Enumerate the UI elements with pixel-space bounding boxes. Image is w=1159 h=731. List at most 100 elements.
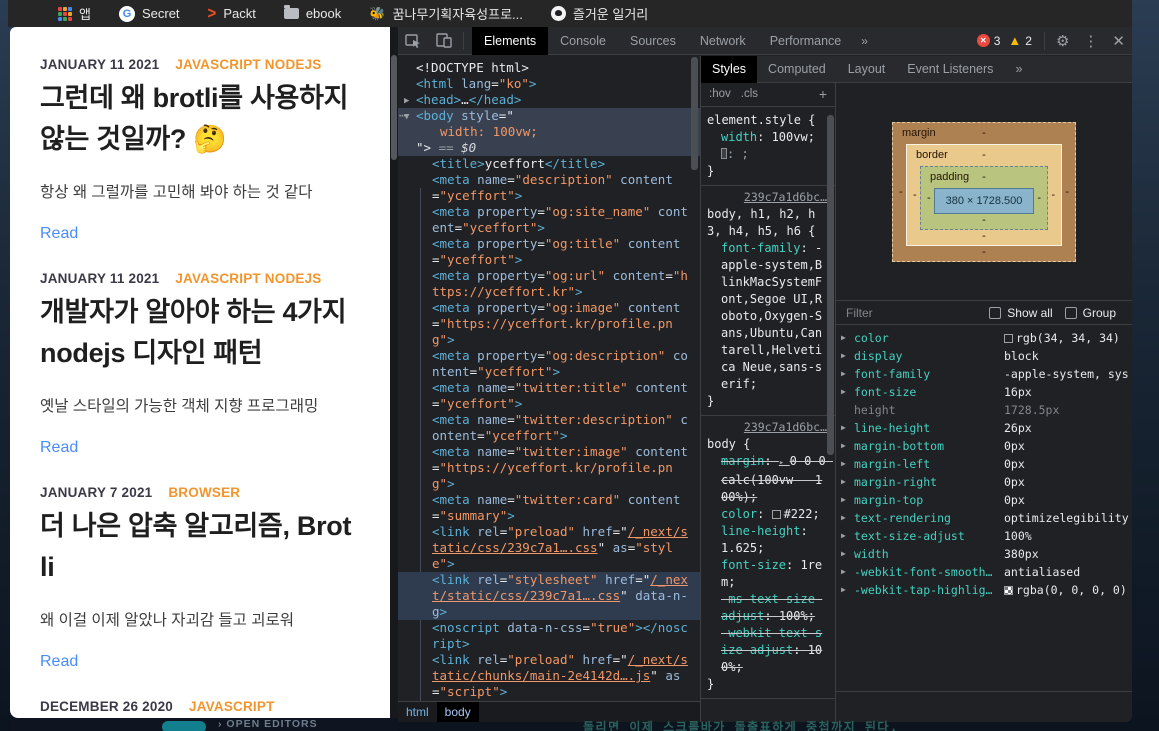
elements-tree-line[interactable]: ⋯▼<body style=" xyxy=(398,108,700,124)
post-tags[interactable]: JAVASCRIPT NODEJS xyxy=(175,57,321,72)
page-scrollbar[interactable] xyxy=(390,27,398,722)
tab-network[interactable]: Network xyxy=(688,27,758,55)
computed-property-row[interactable]: ▶font-size16px xyxy=(836,383,1132,401)
elements-tree-line[interactable]: ▶<head>…</head> xyxy=(398,92,700,108)
elements-tree-line[interactable]: <meta property="og:url" content="https:/… xyxy=(398,268,700,300)
box-model-value-left[interactable]: - xyxy=(927,192,931,204)
read-link[interactable]: Read xyxy=(40,653,78,671)
computed-property-row[interactable]: ▶-webkit-font-smooth…antialiased xyxy=(836,563,1132,581)
device-toolbar-icon[interactable] xyxy=(429,27,459,55)
stylesheet-link[interactable]: 239c7a1d6bc… xyxy=(707,419,829,436)
new-style-rule-icon[interactable]: + xyxy=(819,86,827,103)
elements-tree-line[interactable]: <meta name="twitter:description" content… xyxy=(398,412,700,444)
css-declaration[interactable]: font-size: 1rem; xyxy=(707,557,829,591)
read-link[interactable]: Read xyxy=(40,225,78,243)
sidebar-tab-layout[interactable]: Layout xyxy=(837,56,897,83)
elements-scrollbar-thumb[interactable] xyxy=(691,57,698,170)
expand-arrow-icon[interactable]: ▶ xyxy=(841,419,846,437)
tab-sources[interactable]: Sources xyxy=(618,27,688,55)
computed-property-row[interactable]: ▶font-family-apple-system, sys xyxy=(836,365,1132,383)
css-declaration[interactable]: -webkit-text-size-adjust: 100%; xyxy=(707,625,829,676)
shorthand-expand-icon[interactable]: ▸ xyxy=(779,458,790,468)
stylesheet-link[interactable]: 239c7a1d6bc… xyxy=(707,189,829,206)
box-model-margin[interactable]: margin border padding 380 × 1728.500 ---… xyxy=(892,122,1076,262)
elements-tree-line[interactable]: <meta name="twitter:card" content="summa… xyxy=(398,492,700,524)
group-checkbox[interactable] xyxy=(1065,307,1077,319)
elements-tree-line[interactable]: width: 100vw; xyxy=(398,124,700,140)
expand-arrow-icon[interactable]: ▶ xyxy=(841,509,846,527)
breadcrumb-html[interactable]: html xyxy=(398,702,437,723)
elements-tree-line[interactable]: "> == $0 xyxy=(398,140,700,156)
bookmark-item[interactable]: ebook xyxy=(284,6,341,21)
elements-tree-line[interactable]: <link rel="stylesheet" href="/_next/stat… xyxy=(398,572,700,620)
expand-arrow-icon[interactable]: ▶ xyxy=(841,527,846,545)
expand-arrow-icon[interactable]: ▶ xyxy=(841,563,846,581)
expand-arrow-icon[interactable]: ▶ xyxy=(841,329,846,347)
sidebar-tab-styles[interactable]: Styles xyxy=(701,56,757,83)
elements-tree-line[interactable]: <meta name="description" content="yceffo… xyxy=(398,172,700,204)
bookmark-item[interactable]: >Packt xyxy=(208,5,256,22)
tab-performance[interactable]: Performance xyxy=(758,27,854,55)
computed-property-row[interactable]: ▶margin-top0px xyxy=(836,491,1132,509)
css-declaration[interactable]: line-height: 1.625; xyxy=(707,523,829,557)
box-model-value-top[interactable]: - xyxy=(982,171,986,183)
elements-tree-line[interactable]: <html lang="ko"> xyxy=(398,76,700,92)
post-title[interactable]: 더 나은 압축 알고리즘, Brotli xyxy=(40,506,356,587)
breadcrumb-body[interactable]: body xyxy=(437,702,479,723)
computed-property-row[interactable]: ▶margin-left0px xyxy=(836,455,1132,473)
css-declaration[interactable]: color: #222; xyxy=(707,506,829,523)
bookmark-item[interactable]: 즐거운 일거리 xyxy=(551,4,648,23)
elements-tree-line[interactable]: <meta property="og:site_name" content="y… xyxy=(398,204,700,236)
close-icon[interactable]: ✕ xyxy=(1105,32,1132,50)
computed-property-row[interactable]: ▶colorrgb(34, 34, 34) xyxy=(836,329,1132,347)
elements-tree-line[interactable]: <meta property="og:description" content=… xyxy=(398,348,700,380)
bookmark-item[interactable]: 🐝꿈나무기획자육성프로... xyxy=(369,4,523,23)
css-declaration[interactable]: width: 100vw; xyxy=(707,129,829,146)
warning-badge[interactable]: ▲2 xyxy=(1008,34,1032,48)
color-swatch[interactable] xyxy=(772,510,781,519)
box-model-value-top[interactable]: - xyxy=(982,149,986,161)
filter-input[interactable]: Filter xyxy=(846,306,983,320)
box-model-value-left[interactable]: - xyxy=(913,189,917,201)
elements-tree-line[interactable]: <meta property="og:image" content="https… xyxy=(398,300,700,348)
css-declaration[interactable]: margin: ▸ 0 0 0 calc(100vw - 100%); xyxy=(707,453,829,506)
computed-property-row[interactable]: ▶text-size-adjust100% xyxy=(836,527,1132,545)
expand-arrow-icon[interactable]: ▶ xyxy=(841,581,846,599)
css-declaration[interactable]: font-family: -apple-system,BlinkMacSyste… xyxy=(707,240,829,393)
page-scrollbar-thumb[interactable] xyxy=(391,55,397,160)
box-model-padding[interactable]: padding 380 × 1728.500 ---- xyxy=(920,166,1048,230)
class-toggle-button[interactable]: .cls xyxy=(741,86,758,103)
box-model-value-bottom[interactable]: - xyxy=(982,246,986,258)
post-tags[interactable]: BROWSER xyxy=(168,485,240,500)
computed-property-row[interactable]: ▶margin-right0px xyxy=(836,473,1132,491)
elements-tree-line[interactable]: <meta property="og:title" content="yceff… xyxy=(398,236,700,268)
computed-property-row[interactable]: ▶margin-bottom0px xyxy=(836,437,1132,455)
box-model-border[interactable]: border padding 380 × 1728.500 ---- ---- xyxy=(906,144,1062,246)
elements-tree-line[interactable]: <meta name="twitter:title" content="ycef… xyxy=(398,380,700,412)
collapse-arrow-icon[interactable]: ▼ xyxy=(404,109,409,125)
css-declaration[interactable]: -ms-text-size-adjust: 100%; xyxy=(707,591,829,625)
computed-property-row[interactable]: ▶text-renderingoptimizelegibility xyxy=(836,509,1132,527)
expand-arrow-icon[interactable]: ▶ xyxy=(404,93,409,109)
box-model-value-left[interactable]: - xyxy=(899,186,903,198)
sidebar-tab-»[interactable]: » xyxy=(1004,56,1033,83)
expand-arrow-icon[interactable]: ▶ xyxy=(841,437,846,455)
error-badge[interactable]: ✕3 xyxy=(977,34,1001,48)
css-selector[interactable]: body { xyxy=(707,436,829,453)
expand-arrow-icon[interactable]: ▶ xyxy=(841,365,846,383)
elements-tree-line[interactable]: <!DOCTYPE html> xyxy=(398,60,700,76)
elements-tree-line[interactable]: <noscript data-n-css="true"></noscript> xyxy=(398,620,700,652)
post-title[interactable]: 개발자가 알아야 하는 4가지 nodejs 디자인 패턴 xyxy=(40,292,356,373)
computed-property-row[interactable]: ▶width380px xyxy=(836,545,1132,563)
kebab-menu-icon[interactable]: ⋮ xyxy=(1076,32,1105,50)
expand-arrow-icon[interactable]: ▶ xyxy=(841,491,846,509)
box-model-value-right[interactable]: - xyxy=(1037,192,1041,204)
computed-property-row[interactable]: height1728.5px xyxy=(836,401,1132,419)
elements-tree-line[interactable]: <link rel="preload" href="/_next/static/… xyxy=(398,524,700,572)
expand-arrow-icon[interactable]: ▶ xyxy=(841,545,846,563)
gear-icon[interactable]: ⚙ xyxy=(1049,32,1076,50)
elements-tree-line[interactable]: <meta name="twitter:image" content="http… xyxy=(398,444,700,492)
sidebar-tab-event-listeners[interactable]: Event Listeners xyxy=(896,56,1004,83)
inspect-element-icon[interactable] xyxy=(398,27,429,55)
css-selector[interactable]: element.style { xyxy=(707,112,829,129)
